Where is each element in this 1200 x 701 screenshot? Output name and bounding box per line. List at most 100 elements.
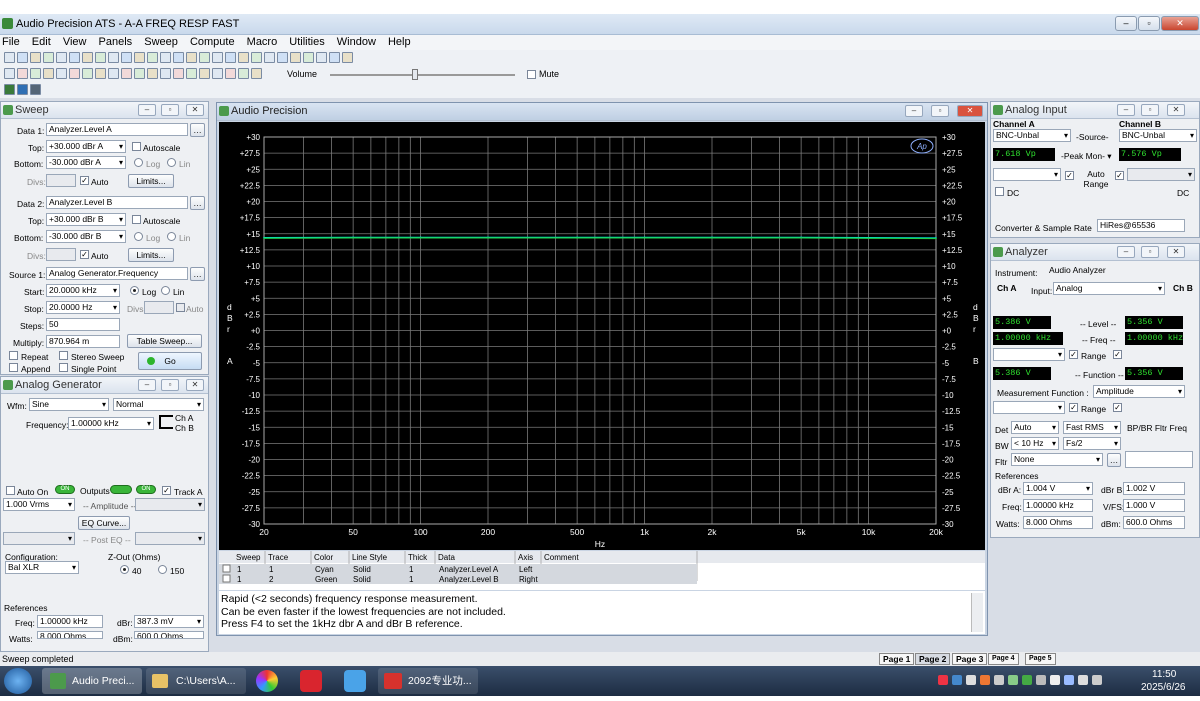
wfm-select[interactable]: Sine	[29, 398, 109, 411]
data1-limits-button[interactable]: Limits...	[128, 174, 174, 188]
toolbar-icon-2[interactable]	[17, 84, 28, 95]
toolbar-icon-5[interactable]	[56, 68, 67, 79]
menu-file[interactable]: File	[2, 36, 20, 48]
toolbar-icon-20[interactable]	[251, 52, 262, 63]
toolbar-icon-5[interactable]	[56, 52, 67, 63]
menu-panels[interactable]: Panels	[99, 36, 133, 48]
range-a-checkbox[interactable]: ✓	[1069, 350, 1078, 359]
post-eq-a-field[interactable]	[3, 532, 75, 545]
input-range-b-select[interactable]	[1127, 168, 1195, 181]
auto-on-checkbox[interactable]	[6, 486, 15, 495]
toolbar-icon-8[interactable]	[95, 52, 106, 63]
level-range-a-select[interactable]	[993, 348, 1065, 361]
det-select[interactable]: Auto	[1011, 421, 1059, 434]
tray-icon-2[interactable]	[952, 675, 962, 685]
analyzer-watts-field[interactable]: 8.000 Ohms	[1023, 516, 1093, 529]
bw-select[interactable]: < 10 Hz	[1011, 437, 1059, 450]
configuration-select[interactable]: Bal XLR	[5, 561, 79, 574]
toolbar-icon-4[interactable]	[43, 52, 54, 63]
source1-field[interactable]: Analog Generator.Frequency	[46, 267, 188, 280]
toolbar-icon-13[interactable]	[160, 68, 171, 79]
toolbar-icon-27[interactable]	[342, 52, 353, 63]
input-source-b-select[interactable]: BNC-Unbal	[1119, 129, 1197, 142]
output-on-led-b[interactable]: ON	[136, 485, 156, 494]
toolbar-icon-2[interactable]	[17, 68, 28, 79]
toolbar-icon-11[interactable]	[134, 68, 145, 79]
input-close-button[interactable]: ✕	[1167, 104, 1185, 116]
sweep-maximize-button[interactable]: ▫	[161, 104, 179, 116]
toolbar-icon-18[interactable]	[225, 52, 236, 63]
function-range-a-select[interactable]	[993, 401, 1065, 414]
tray-icon-5[interactable]	[994, 675, 1004, 685]
graph-maximize-button[interactable]: ▫	[931, 105, 949, 117]
output-on-led-a[interactable]: ON	[55, 485, 75, 494]
steps-field[interactable]: 50	[46, 318, 120, 331]
data2-browse-button[interactable]: …	[190, 196, 205, 210]
input-maximize-button[interactable]: ▫	[1141, 104, 1159, 116]
sweep-close-button[interactable]: ✕	[186, 104, 204, 116]
sweep-minimize-button[interactable]: ‒	[138, 104, 156, 116]
multiply-field[interactable]: 870.964 m	[46, 335, 120, 348]
zout-150-radio[interactable]	[158, 565, 167, 574]
toolbar-icon-6[interactable]	[69, 52, 80, 63]
data2-lin-radio[interactable]	[167, 232, 176, 241]
page-tab-5[interactable]: Page 5	[1025, 653, 1056, 665]
toolbar-icon-17[interactable]	[212, 68, 223, 79]
source-log-radio[interactable]	[130, 286, 139, 295]
menu-compute[interactable]: Compute	[190, 36, 235, 48]
toolbar-icon-12[interactable]	[147, 52, 158, 63]
analyzer-maximize-button[interactable]: ▫	[1141, 246, 1159, 258]
stereo-sweep-checkbox[interactable]	[59, 351, 68, 360]
menu-help[interactable]: Help	[388, 36, 411, 48]
tray-icon-3[interactable]	[966, 675, 976, 685]
page-tab-1[interactable]: Page 1	[879, 653, 915, 665]
source-lin-radio[interactable]	[161, 286, 170, 295]
volume-slider-track[interactable]	[330, 74, 515, 76]
toolbar-icon-23[interactable]	[290, 52, 301, 63]
toolbar-icon-24[interactable]	[303, 52, 314, 63]
measurement-function-select[interactable]: Amplitude	[1093, 385, 1185, 398]
volume-slider-handle[interactable]	[412, 69, 418, 80]
source-divs-field[interactable]	[144, 301, 174, 314]
toolbar-icon-7[interactable]	[82, 52, 93, 63]
toolbar-icon-14[interactable]	[173, 68, 184, 79]
bw-high-select[interactable]: Fs/2	[1063, 437, 1121, 450]
toolbar-icon-12[interactable]	[147, 68, 158, 79]
tray-icon-9[interactable]	[1050, 675, 1060, 685]
generator-close-button[interactable]: ✕	[186, 379, 204, 391]
plot-area[interactable]: +30 +30 +27.5 +27.5 +25 +25 +22.5 +22.5 +20 +20 +1…	[219, 122, 985, 550]
fltr-freq-field[interactable]	[1125, 451, 1193, 468]
data1-top-field[interactable]: +30.000 dBr A	[46, 140, 126, 153]
det-mode-select[interactable]: Fast RMS	[1063, 421, 1121, 434]
toolbar-icon-10[interactable]	[121, 52, 132, 63]
analyzer-dbm-field[interactable]: 600.0 Ohms	[1123, 516, 1185, 529]
maximize-button[interactable]: ▫	[1138, 16, 1160, 31]
generator-dbm-field[interactable]: 600.0 Ohms	[134, 631, 204, 639]
tray-icon-10[interactable]	[1064, 675, 1074, 685]
range-b-checkbox[interactable]: ✓	[1113, 350, 1122, 359]
go-button[interactable]: Go	[138, 352, 202, 370]
fltr-browse-button[interactable]: …	[1107, 453, 1121, 467]
generator-dbr-field[interactable]: 387.3 mV	[134, 615, 204, 628]
data1-lin-radio[interactable]	[167, 158, 176, 167]
data1-auto-checkbox[interactable]: ✓	[80, 176, 89, 185]
toolbar-icon-22[interactable]	[277, 52, 288, 63]
auto-range-a-checkbox[interactable]: ✓	[1065, 171, 1074, 180]
toolbar-icon-1[interactable]	[4, 84, 15, 95]
zout-40-radio[interactable]	[120, 565, 129, 574]
instrument-field[interactable]: Audio Analyzer	[1047, 265, 1159, 278]
generator-watts-field[interactable]: 8.000 Ohms	[37, 631, 103, 639]
frequency-field[interactable]: 1.00000 kHz	[68, 417, 154, 430]
amplitude-field[interactable]: 1.000 Vrms	[3, 498, 75, 511]
track-a-checkbox[interactable]: ✓	[162, 486, 171, 495]
toolbar-icon-14[interactable]	[173, 52, 184, 63]
notes-pane[interactable]: Rapid (<2 seconds) frequency response me…	[219, 591, 985, 634]
amplitude-b-field[interactable]	[135, 498, 205, 511]
page-tab-4[interactable]: Page 4	[988, 653, 1019, 665]
toolbar-icon-19[interactable]	[238, 52, 249, 63]
toolbar-icon-18[interactable]	[225, 68, 236, 79]
table-sweep-button[interactable]: Table Sweep...	[127, 334, 202, 348]
dc-a-checkbox[interactable]	[995, 187, 1004, 196]
graph-close-button[interactable]: ✕	[957, 105, 983, 117]
input-range-a-select[interactable]	[993, 168, 1061, 181]
